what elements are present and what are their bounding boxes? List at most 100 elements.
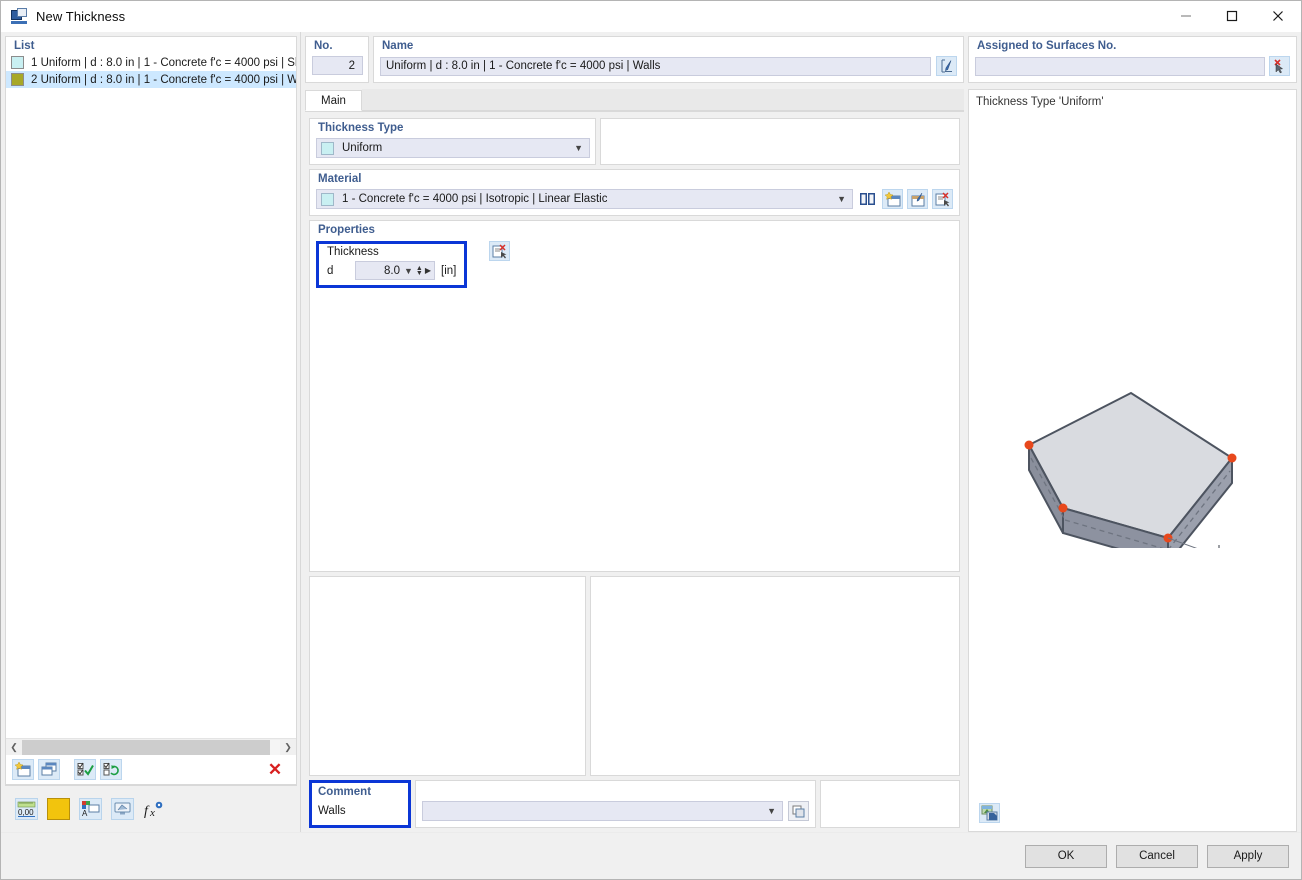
svg-text:A: A (82, 809, 88, 818)
thickness-highlight-box: Thickness d 8.0 ▼ ▲▼ ▶ [in] (316, 241, 467, 288)
material-select[interactable]: 1 - Concrete f'c = 4000 psi | Isotropic … (316, 189, 853, 209)
preview-canvas: d (969, 108, 1296, 795)
material-group: Material 1 - Concrete f'c = 4000 psi | I… (309, 169, 960, 216)
thickness-input[interactable]: 8.0 ▼ ▲▼ ▶ (355, 261, 435, 280)
no-label: No. (306, 37, 368, 54)
render-properties-icon[interactable]: A (79, 798, 102, 820)
copy-windows-icon[interactable] (38, 759, 60, 780)
material-label: Material (310, 170, 959, 187)
title-bar: New Thickness (1, 1, 1301, 32)
tab-strip-filler (362, 89, 964, 111)
render-settings-icon[interactable] (979, 803, 1000, 823)
center-column: No. 2 Name Uniform | d : 8.0 in | 1 - Co… (301, 32, 964, 832)
assigned-surfaces-label: Assigned to Surfaces No. (969, 37, 1296, 54)
chevron-down-icon[interactable]: ▼ (837, 194, 846, 204)
dialog-body: List 1 Uniform | d : 8.0 in | 1 - Concre… (1, 32, 1301, 832)
bottom-right-panel (590, 576, 960, 776)
list-panel: List 1 Uniform | d : 8.0 in | 1 - Concre… (1, 32, 301, 832)
thickness-type-group: Thickness Type Uniform ▼ (309, 118, 596, 165)
list-toolbar: ✕ (5, 755, 297, 785)
material-color-swatch (321, 193, 334, 206)
tab-main[interactable]: Main (305, 90, 362, 111)
chevron-down-icon[interactable]: ▼ (404, 266, 413, 276)
thickness-list[interactable]: List 1 Uniform | d : 8.0 in | 1 - Concre… (5, 36, 297, 755)
scroll-track[interactable] (22, 740, 280, 755)
checklist-check-icon[interactable] (74, 759, 96, 780)
thickness-type-value: Uniform (342, 142, 382, 154)
color-swatch-icon[interactable] (47, 798, 70, 820)
list-label: List (6, 37, 296, 54)
chevron-left-icon[interactable]: ❮ (6, 739, 22, 755)
name-group: Name Uniform | d : 8.0 in | 1 - Concrete… (373, 36, 964, 83)
name-label: Name (374, 37, 963, 54)
cancel-button[interactable]: Cancel (1116, 845, 1198, 868)
comment-value: Walls (318, 805, 408, 817)
comment-field-group: ▼ (415, 780, 816, 828)
number-format-icon[interactable]: 0,00 (15, 798, 38, 820)
minimize-icon[interactable] (1163, 1, 1209, 31)
window-title: New Thickness (36, 9, 125, 24)
thickness-type-color-swatch (321, 142, 334, 155)
close-icon[interactable] (1255, 1, 1301, 31)
checklist-refresh-icon[interactable] (100, 759, 122, 780)
play-arrow-icon[interactable]: ▶ (425, 266, 431, 275)
material-value: 1 - Concrete f'c = 4000 psi | Isotropic … (342, 193, 607, 205)
list-horizontal-scrollbar[interactable]: ❮ ❯ (6, 738, 296, 755)
new-material-star-icon[interactable] (882, 189, 903, 209)
no-value[interactable]: 2 (312, 56, 363, 75)
edit-name-icon[interactable] (936, 56, 957, 76)
thickness-label: Thickness (327, 246, 456, 258)
tab-strip: Main (305, 89, 964, 112)
bottom-panels (309, 576, 960, 776)
comment-select[interactable]: ▼ (422, 801, 783, 821)
ok-button[interactable]: OK (1025, 845, 1107, 868)
thickness-type-label: Thickness Type (310, 119, 595, 136)
thickness-type-blank-panel (600, 118, 960, 165)
bottom-left-panel (309, 576, 586, 776)
fx-formula-icon[interactable]: f x (143, 798, 166, 820)
chevron-down-icon[interactable]: ▼ (574, 143, 583, 153)
new-thickness-dialog: New Thickness List 1 Uniform | d : 8.0 i… (0, 0, 1302, 880)
main-tab-content: Thickness Type Uniform ▼ Material (305, 112, 964, 832)
preview-title: Thickness Type 'Uniform' (969, 90, 1296, 108)
header-row: No. 2 Name Uniform | d : 8.0 in | 1 - Co… (305, 36, 964, 83)
thickness-unit: [in] (441, 265, 456, 277)
status-toolbar: 0,00 A (5, 785, 297, 832)
list-item-label: 2 Uniform | d : 8.0 in | 1 - Concrete f'… (31, 74, 296, 86)
resize-grip[interactable] (1, 875, 1301, 879)
spinner-updown-icon[interactable]: ▲▼ (416, 266, 423, 276)
apply-button[interactable]: Apply (1207, 845, 1289, 868)
chevron-right-icon[interactable]: ❯ (280, 739, 296, 755)
thickness-app-icon (11, 8, 27, 24)
delete-material-icon[interactable] (932, 189, 953, 209)
scroll-thumb[interactable] (22, 740, 270, 755)
comment-highlight-box: Comment Walls (309, 780, 411, 828)
red-x-icon[interactable]: ✕ (264, 759, 286, 780)
monitor-view-icon[interactable] (111, 798, 134, 820)
assigned-surfaces-group: Assigned to Surfaces No. (968, 36, 1297, 83)
list-item-color-swatch (11, 56, 24, 69)
list-item[interactable]: 1 Uniform | d : 8.0 in | 1 - Concrete f'… (6, 54, 296, 71)
thickness-type-row: Thickness Type Uniform ▼ (309, 118, 960, 165)
copy-comment-icon[interactable] (788, 801, 809, 821)
edit-material-icon[interactable] (907, 189, 928, 209)
name-input[interactable]: Uniform | d : 8.0 in | 1 - Concrete f'c … (380, 57, 931, 76)
comment-label: Comment (318, 786, 408, 798)
preview-footer (969, 795, 1296, 831)
chevron-down-icon[interactable]: ▼ (767, 806, 776, 816)
number-group: No. 2 (305, 36, 369, 83)
maximize-icon[interactable] (1209, 1, 1255, 31)
new-window-star-icon[interactable] (12, 759, 34, 780)
comment-row: Comment Walls ▼ (309, 780, 960, 828)
delete-value-icon[interactable] (489, 241, 510, 261)
svg-text:x: x (149, 807, 155, 818)
right-panel: Assigned to Surfaces No. Thickness Type … (964, 32, 1301, 832)
properties-group: Properties Thickness d 8.0 ▼ ▲▼ ▶ (309, 220, 960, 572)
thickness-type-select[interactable]: Uniform ▼ (316, 138, 590, 158)
book-library-icon[interactable] (857, 189, 878, 209)
thickness-symbol: d (327, 265, 355, 277)
list-item[interactable]: 2 Uniform | d : 8.0 in | 1 - Concrete f'… (6, 71, 296, 88)
assigned-surfaces-input[interactable] (975, 57, 1265, 76)
comment-extra-panel (820, 780, 960, 828)
pick-surfaces-icon[interactable] (1269, 56, 1290, 76)
